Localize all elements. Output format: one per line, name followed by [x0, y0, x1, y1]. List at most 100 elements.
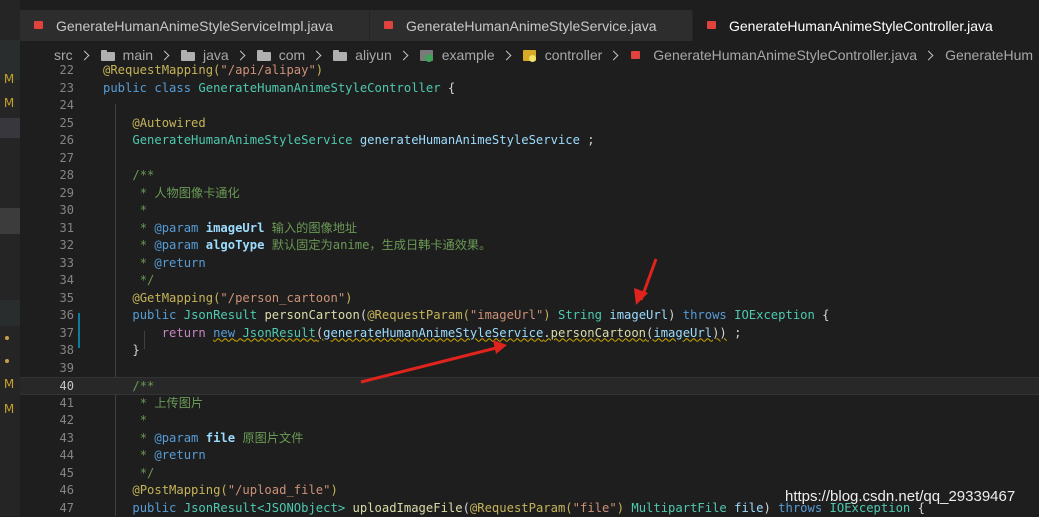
- code-token: JsonResult: [242, 326, 315, 340]
- code-token: [103, 291, 132, 305]
- breadcrumb-src[interactable]: src: [54, 47, 73, 63]
- git-modified-marker: M: [0, 72, 18, 86]
- code-text[interactable]: * 人物图像卡通化: [103, 185, 240, 203]
- code-token: * 上传图片: [132, 396, 203, 410]
- breadcrumb-main[interactable]: main: [101, 47, 153, 63]
- code-text[interactable]: @RequestMapping("/api/alipay"): [103, 62, 323, 80]
- code-text[interactable]: @GetMapping("/person_cartoon"): [103, 290, 353, 308]
- code-text[interactable]: @Autowired: [103, 115, 206, 133]
- code-text[interactable]: GenerateHumanAnimeStyleService generateH…: [103, 132, 595, 150]
- code-line[interactable]: 34 */: [20, 272, 1039, 290]
- code-text[interactable]: * @param file 原图片文件: [103, 430, 303, 448]
- code-token: String: [558, 308, 602, 322]
- code-text[interactable]: */: [103, 465, 154, 483]
- breadcrumb-example[interactable]: example: [420, 47, 495, 63]
- code-token: IOException: [734, 308, 815, 322]
- tab-label: GenerateHumanAnimeStyleService.java: [406, 18, 657, 34]
- code-line[interactable]: 22 @RequestMapping("/api/alipay"): [20, 62, 1039, 80]
- package-icon: [420, 49, 434, 62]
- chevron-right-icon: [609, 50, 619, 60]
- code-text[interactable]: /**: [103, 167, 154, 185]
- code-token: [103, 203, 132, 217]
- sidebar-row-highlight[interactable]: [0, 208, 20, 234]
- code-line[interactable]: 25 @Autowired: [20, 115, 1039, 133]
- code-line[interactable]: 31 * @param imageUrl 输入的图像地址: [20, 220, 1039, 238]
- code-text[interactable]: return new JsonResult(generateHumanAnime…: [103, 325, 741, 343]
- line-number: 24: [20, 97, 74, 115]
- breadcrumb-symbol[interactable]: GenerateHum: [945, 47, 1033, 63]
- code-editor[interactable]: 22@RequestMapping("/api/alipay")23public…: [20, 69, 1039, 516]
- code-text[interactable]: *: [103, 202, 147, 220]
- line-number: 28: [20, 167, 74, 185]
- code-text[interactable]: * @param imageUrl 输入的图像地址: [103, 220, 357, 238]
- breadcrumb-java[interactable]: java: [181, 47, 229, 63]
- sidebar-row[interactable]: [0, 300, 20, 326]
- code-line[interactable]: 43 * @param file 原图片文件: [20, 430, 1039, 448]
- code-text[interactable]: * 上传图片: [103, 395, 203, 413]
- code-line[interactable]: 32 * @param algoType 默认固定为anime，生成日韩卡通效果…: [20, 237, 1039, 255]
- code-line[interactable]: 30 *: [20, 202, 1039, 220]
- code-token: [345, 501, 352, 515]
- code-line[interactable]: 27: [20, 150, 1039, 168]
- code-line[interactable]: 24: [20, 97, 1039, 115]
- code-text[interactable]: public JsonResult personCartoon(@Request…: [103, 307, 830, 325]
- code-text[interactable]: * @return: [103, 447, 206, 465]
- code-line[interactable]: 37 return new JsonResult(generateHumanAn…: [20, 325, 1039, 343]
- code-line[interactable]: 39: [20, 360, 1039, 378]
- code-line[interactable]: 36 public JsonResult personCartoon(@Requ…: [20, 307, 1039, 325]
- code-token: imageUrl: [206, 221, 265, 235]
- code-token: {: [441, 81, 456, 95]
- tab-service-impl[interactable]: GenerateHumanAnimeStyleServiceImpl.java: [20, 10, 370, 41]
- code-text[interactable]: @PostMapping("/upload_file"): [103, 482, 338, 500]
- code-token: [103, 501, 132, 515]
- code-token: public: [103, 81, 147, 95]
- code-line[interactable]: 33 * @return: [20, 255, 1039, 273]
- tab-service[interactable]: GenerateHumanAnimeStyleService.java: [370, 10, 693, 41]
- code-line[interactable]: 28 /**: [20, 167, 1039, 185]
- code-line[interactable]: 42 *: [20, 412, 1039, 430]
- git-modified-marker: M: [0, 96, 18, 110]
- code-token: @GetMapping(: [132, 291, 220, 305]
- breadcrumb-com[interactable]: com: [257, 47, 305, 63]
- code-text[interactable]: /**: [103, 378, 154, 396]
- code-line[interactable]: 26 GenerateHumanAnimeStyleService genera…: [20, 132, 1039, 150]
- code-text[interactable]: public class GenerateHumanAnimeStyleCont…: [103, 80, 455, 98]
- code-token: algoType: [206, 238, 265, 252]
- code-text[interactable]: * @return: [103, 255, 206, 273]
- code-token: @RequestParam(: [470, 501, 573, 515]
- code-token: @param: [154, 238, 198, 252]
- breadcrumb-controller[interactable]: controller: [523, 47, 603, 63]
- code-token: new: [213, 326, 235, 340]
- code-text[interactable]: * @param algoType 默认固定为anime，生成日韩卡通效果。: [103, 237, 491, 255]
- code-token: 原图片文件: [235, 431, 303, 445]
- tab-controller[interactable]: GenerateHumanAnimeStyleController.java: [693, 10, 1039, 41]
- breadcrumb-label: com: [279, 47, 305, 63]
- code-line[interactable]: 41 * 上传图片: [20, 395, 1039, 413]
- code-token: 默认固定为anime，生成日韩卡通效果。: [264, 238, 491, 252]
- code-line[interactable]: 44 * @return: [20, 447, 1039, 465]
- code-line[interactable]: 29 * 人物图像卡通化: [20, 185, 1039, 203]
- java-file-icon: [706, 20, 717, 31]
- code-line[interactable]: 40 /**: [20, 377, 1039, 395]
- code-token: )): [712, 326, 727, 340]
- sidebar-selected-row[interactable]: [0, 118, 20, 138]
- breadcrumb-file[interactable]: GenerateHumanAnimeStyleController.java: [630, 47, 917, 63]
- code-token: [198, 221, 205, 235]
- java-file-icon: [33, 20, 44, 31]
- line-number: 35: [20, 290, 74, 308]
- code-line[interactable]: 35 @GetMapping("/person_cartoon"): [20, 290, 1039, 308]
- code-text[interactable]: */: [103, 272, 154, 290]
- code-token: return: [162, 326, 206, 340]
- code-text[interactable]: }: [103, 342, 140, 360]
- code-token: [103, 238, 132, 252]
- code-line[interactable]: 45 */: [20, 465, 1039, 483]
- breadcrumb-aliyun[interactable]: aliyun: [333, 47, 392, 63]
- code-token: ;: [727, 326, 742, 340]
- line-number: 22: [20, 62, 74, 80]
- code-token: "/upload_file": [228, 483, 331, 497]
- code-token: *: [132, 256, 154, 270]
- code-line[interactable]: 38 }: [20, 342, 1039, 360]
- code-token: *: [132, 431, 154, 445]
- code-text[interactable]: *: [103, 412, 147, 430]
- code-line[interactable]: 23public class GenerateHumanAnimeStyleCo…: [20, 80, 1039, 98]
